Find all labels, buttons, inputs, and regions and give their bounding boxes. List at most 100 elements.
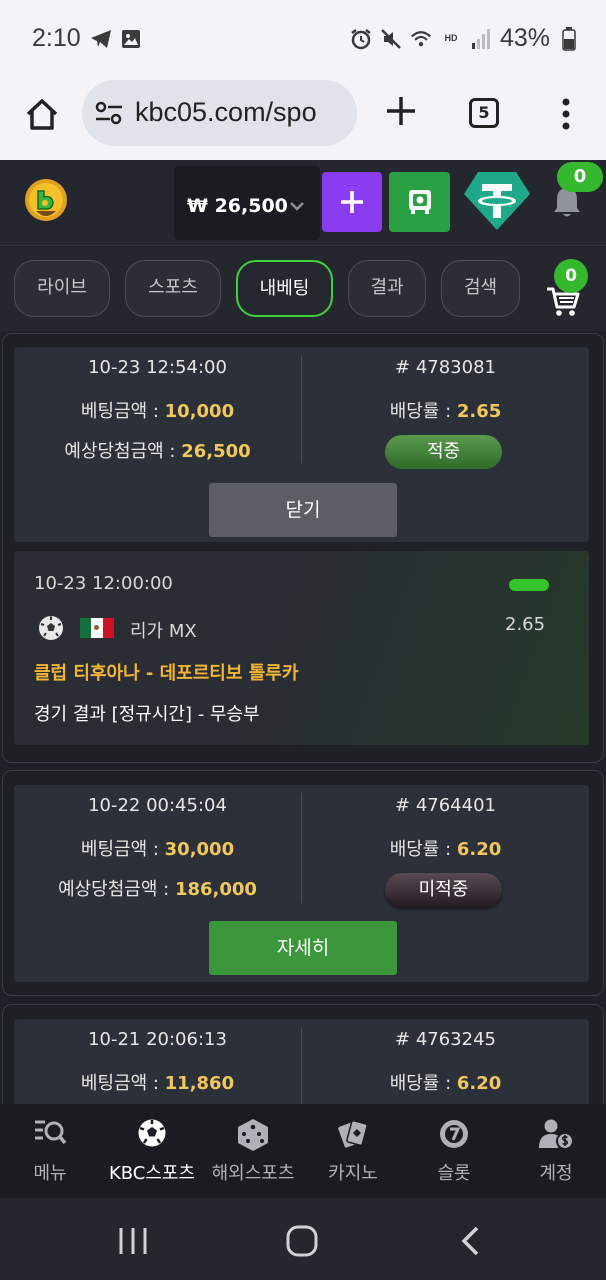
- bet-id: # 4764401: [395, 795, 496, 816]
- expected-win-row: 예상당첨금액 : 26,500: [14, 437, 301, 463]
- match-datetime: 10-23 12:00:00: [34, 573, 173, 594]
- plus-icon: [387, 97, 415, 125]
- bet-datetime: 10-21 20:06:13: [88, 1029, 227, 1050]
- recent-apps-icon[interactable]: [118, 1227, 148, 1259]
- home-nav-icon[interactable]: [286, 1225, 318, 1261]
- deposit-button[interactable]: [322, 172, 382, 232]
- expected-win-row: 예상당첨금액 : 186,000: [14, 875, 301, 901]
- league-name: 리가 MX: [130, 621, 197, 642]
- nav-label: KBC스포츠: [108, 1163, 196, 1184]
- site-logo[interactable]: [22, 177, 70, 225]
- soccer-ball-icon: [38, 615, 64, 645]
- nav-menu[interactable]: 메뉴: [0, 1104, 100, 1198]
- bet-amount-row: 베팅금액 : 30,000: [14, 835, 301, 861]
- bet-datetime: 10-23 12:54:00: [88, 357, 227, 378]
- nav-label: 계정: [539, 1163, 573, 1184]
- expected-win-label: 예상당첨금액 :: [58, 879, 175, 900]
- balance-selector[interactable]: ₩ 26,500: [174, 166, 320, 240]
- alarm-icon: [350, 28, 372, 50]
- bet-amount-label: 베팅금액 :: [80, 401, 165, 422]
- odds-row: 배당률 : 6.20: [302, 1069, 589, 1095]
- battery-icon: [558, 26, 580, 51]
- cards-icon: [337, 1118, 369, 1154]
- tab-live[interactable]: 라이브: [14, 260, 110, 317]
- cart-badge: 0: [554, 259, 588, 293]
- nav-kbc-sports[interactable]: KBC스포츠: [102, 1104, 202, 1198]
- plus-icon: [341, 191, 363, 213]
- status-left-icons: [90, 28, 142, 50]
- close-button[interactable]: 닫기: [209, 483, 397, 537]
- tab-switcher-button[interactable]: 5: [469, 98, 499, 128]
- odds-label: 배당률 :: [389, 1073, 457, 1094]
- bet-amount: 10,000: [164, 401, 235, 422]
- hd-voice-icon: HD: [444, 33, 458, 43]
- address-bar[interactable]: kbc05.com/spo: [82, 80, 357, 146]
- mute-icon: [380, 28, 402, 50]
- safe-icon: [409, 190, 431, 214]
- odds-label: 배당률 :: [389, 401, 457, 422]
- match-title: 클럽 티후아나 - 데포르티보 톨루카: [34, 663, 299, 684]
- telegram-icon: [90, 28, 112, 50]
- odds-row: 배당률 : 2.65: [302, 397, 589, 423]
- image-icon: [120, 28, 142, 50]
- tether-icon[interactable]: [462, 170, 532, 232]
- nav-slots[interactable]: 슬롯: [404, 1104, 504, 1198]
- odds-value: 6.20: [456, 839, 502, 860]
- expected-win-amount: 26,500: [181, 441, 251, 462]
- safe-button[interactable]: [389, 172, 450, 232]
- home-button[interactable]: [22, 94, 62, 134]
- status-badge-win: 적중: [385, 435, 502, 469]
- tab-sports[interactable]: 스포츠: [125, 260, 221, 317]
- tab-search[interactable]: 검색: [441, 260, 520, 317]
- tab-results[interactable]: 결과: [348, 260, 426, 317]
- mexico-flag-icon: [80, 618, 114, 638]
- chevron-down-icon: [289, 197, 305, 216]
- bet-summary: 10-22 00:45:04 # 4764401 베팅금액 : 30,000 배…: [14, 785, 589, 982]
- bet-amount: 11,860: [164, 1073, 235, 1094]
- wifi-icon: [410, 28, 432, 50]
- nav-account[interactable]: 계정: [506, 1104, 606, 1198]
- bet-tabs: 라이브 스포츠 내베팅 결과 검색 0: [0, 247, 606, 331]
- status-bar: 2:10 HD 43%: [0, 0, 606, 80]
- account-coins-icon: [538, 1118, 574, 1154]
- bet-selection: 경기 결과 [정규시간] - 무승부: [34, 704, 260, 725]
- details-button[interactable]: 자세히: [209, 921, 397, 975]
- nav-label: 메뉴: [33, 1163, 67, 1184]
- bet-amount-row: 베팅금액 : 10,000: [14, 397, 301, 423]
- bet-amount-label: 베팅금액 :: [80, 839, 165, 860]
- nav-label: 해외스포츠: [211, 1163, 295, 1184]
- more-vert-icon: [562, 98, 570, 130]
- bet-datetime: 10-22 00:45:04: [88, 795, 227, 816]
- bet-id: # 4763245: [395, 1029, 496, 1050]
- nav-casino[interactable]: 카지노: [303, 1104, 403, 1198]
- soccer-ball-icon: [137, 1118, 167, 1152]
- status-indicator: [509, 579, 549, 591]
- bet-amount-label: 베팅금액 :: [80, 1073, 165, 1094]
- battery-percent: 43%: [499, 24, 550, 52]
- dice-icon: [237, 1118, 269, 1156]
- browser-menu-button[interactable]: [562, 98, 570, 134]
- bet-amount: 30,000: [164, 839, 235, 860]
- expected-win-amount: 186,000: [174, 879, 257, 900]
- bet-amount-row: 베팅금액 : 11,860: [14, 1069, 301, 1095]
- nav-overseas-sports[interactable]: 해외스포츠: [203, 1104, 303, 1198]
- odds-label: 배당률 :: [389, 839, 457, 860]
- url-text: kbc05.com/spo: [135, 97, 317, 127]
- system-navigation-bar: [0, 1198, 606, 1280]
- notification-badge: 0: [557, 162, 603, 192]
- back-icon[interactable]: [460, 1226, 480, 1260]
- nav-label: 슬롯: [437, 1163, 471, 1184]
- new-tab-button[interactable]: [384, 94, 418, 132]
- status-right-icons: HD 43%: [350, 24, 580, 53]
- slot-seven-icon: [438, 1118, 470, 1154]
- menu-search-icon: [33, 1118, 67, 1150]
- odds-value: 2.65: [456, 401, 502, 422]
- selection-odds: 2.65: [505, 614, 546, 635]
- site-settings-icon[interactable]: [94, 99, 124, 131]
- status-badge-lose: 미적중: [385, 873, 502, 907]
- balance-amount: ₩ 26,500: [187, 195, 288, 217]
- signal-icon: [470, 28, 492, 50]
- status-time: 2:10: [32, 24, 81, 52]
- tab-my-bets[interactable]: 내베팅: [236, 260, 333, 317]
- bet-id: # 4783081: [395, 357, 496, 378]
